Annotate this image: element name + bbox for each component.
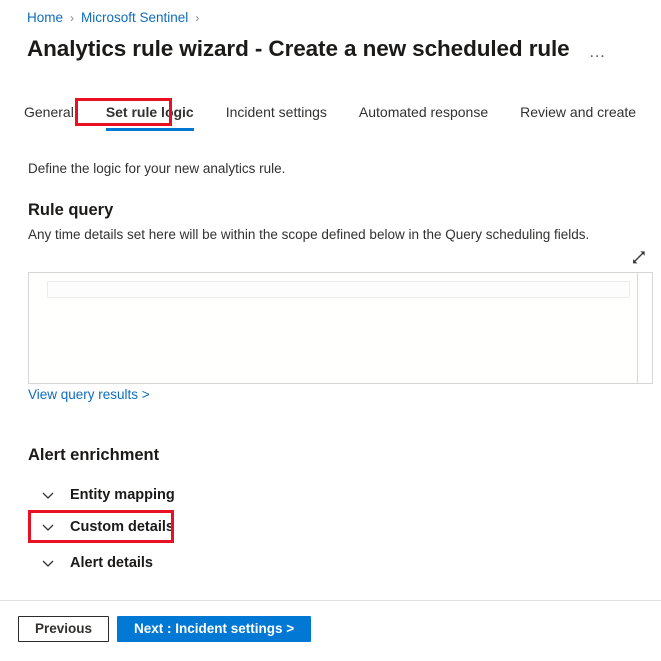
breadcrumb-item-microsoft-sentinel[interactable]: Microsoft Sentinel — [81, 9, 188, 27]
tab-automated-response[interactable]: Automated response — [343, 98, 504, 130]
breadcrumb-separator-icon: › — [70, 11, 75, 25]
footer-divider — [0, 600, 661, 601]
tab-label: General — [24, 104, 74, 120]
tab-label: Review and create — [520, 104, 637, 120]
page-header: Analytics rule wizard - Create a new sch… — [27, 35, 643, 63]
tab-set-rule-logic[interactable]: Set rule logic — [90, 98, 210, 131]
breadcrumb-item-home[interactable]: Home — [27, 9, 63, 27]
expand-diagonal-icon[interactable] — [630, 248, 648, 266]
tab-label: Set rule logic — [105, 104, 194, 120]
intro-text: Define the logic for your new analytics … — [28, 161, 286, 176]
tab-review-and-create[interactable]: Review and create — [504, 98, 652, 130]
alert-enrichment-heading: Alert enrichment — [28, 446, 160, 464]
chevron-down-icon — [42, 492, 54, 499]
collapsible-custom-details[interactable]: Custom details — [28, 510, 174, 543]
ellipsis-icon[interactable]: … — [586, 42, 611, 62]
query-editor-scrollbar[interactable] — [637, 273, 652, 383]
chevron-down-icon — [42, 560, 54, 567]
query-editor[interactable] — [28, 272, 653, 384]
collapsible-label: Entity mapping — [70, 486, 175, 503]
previous-button[interactable]: Previous — [18, 616, 110, 642]
tab-label: Incident settings — [225, 104, 327, 120]
breadcrumb: Home › Microsoft Sentinel › — [27, 9, 206, 27]
wizard-footer: Previous Next : Incident settings > — [18, 616, 312, 642]
tab-label: Automated response — [358, 104, 489, 120]
collapsible-label: Alert details — [70, 554, 153, 571]
query-editor-input-line[interactable] — [47, 281, 630, 298]
breadcrumb-separator-icon: › — [195, 11, 200, 25]
rule-query-description: Any time details set here will be within… — [28, 227, 590, 242]
collapsible-entity-mapping[interactable]: Entity mapping — [28, 478, 175, 511]
rule-query-heading: Rule query — [28, 201, 114, 219]
view-query-results-link[interactable]: View query results > — [28, 386, 150, 404]
collapsible-alert-details[interactable]: Alert details — [28, 546, 153, 579]
page-title: Analytics rule wizard - Create a new sch… — [27, 36, 570, 61]
tab-general[interactable]: General — [8, 98, 90, 130]
next-button[interactable]: Next : Incident settings > — [117, 616, 312, 642]
wizard-tablist: General Set rule logic Incident settings… — [8, 98, 661, 131]
chevron-down-icon — [42, 524, 54, 531]
collapsible-label: Custom details — [70, 518, 174, 535]
tab-incident-settings[interactable]: Incident settings — [210, 98, 343, 130]
